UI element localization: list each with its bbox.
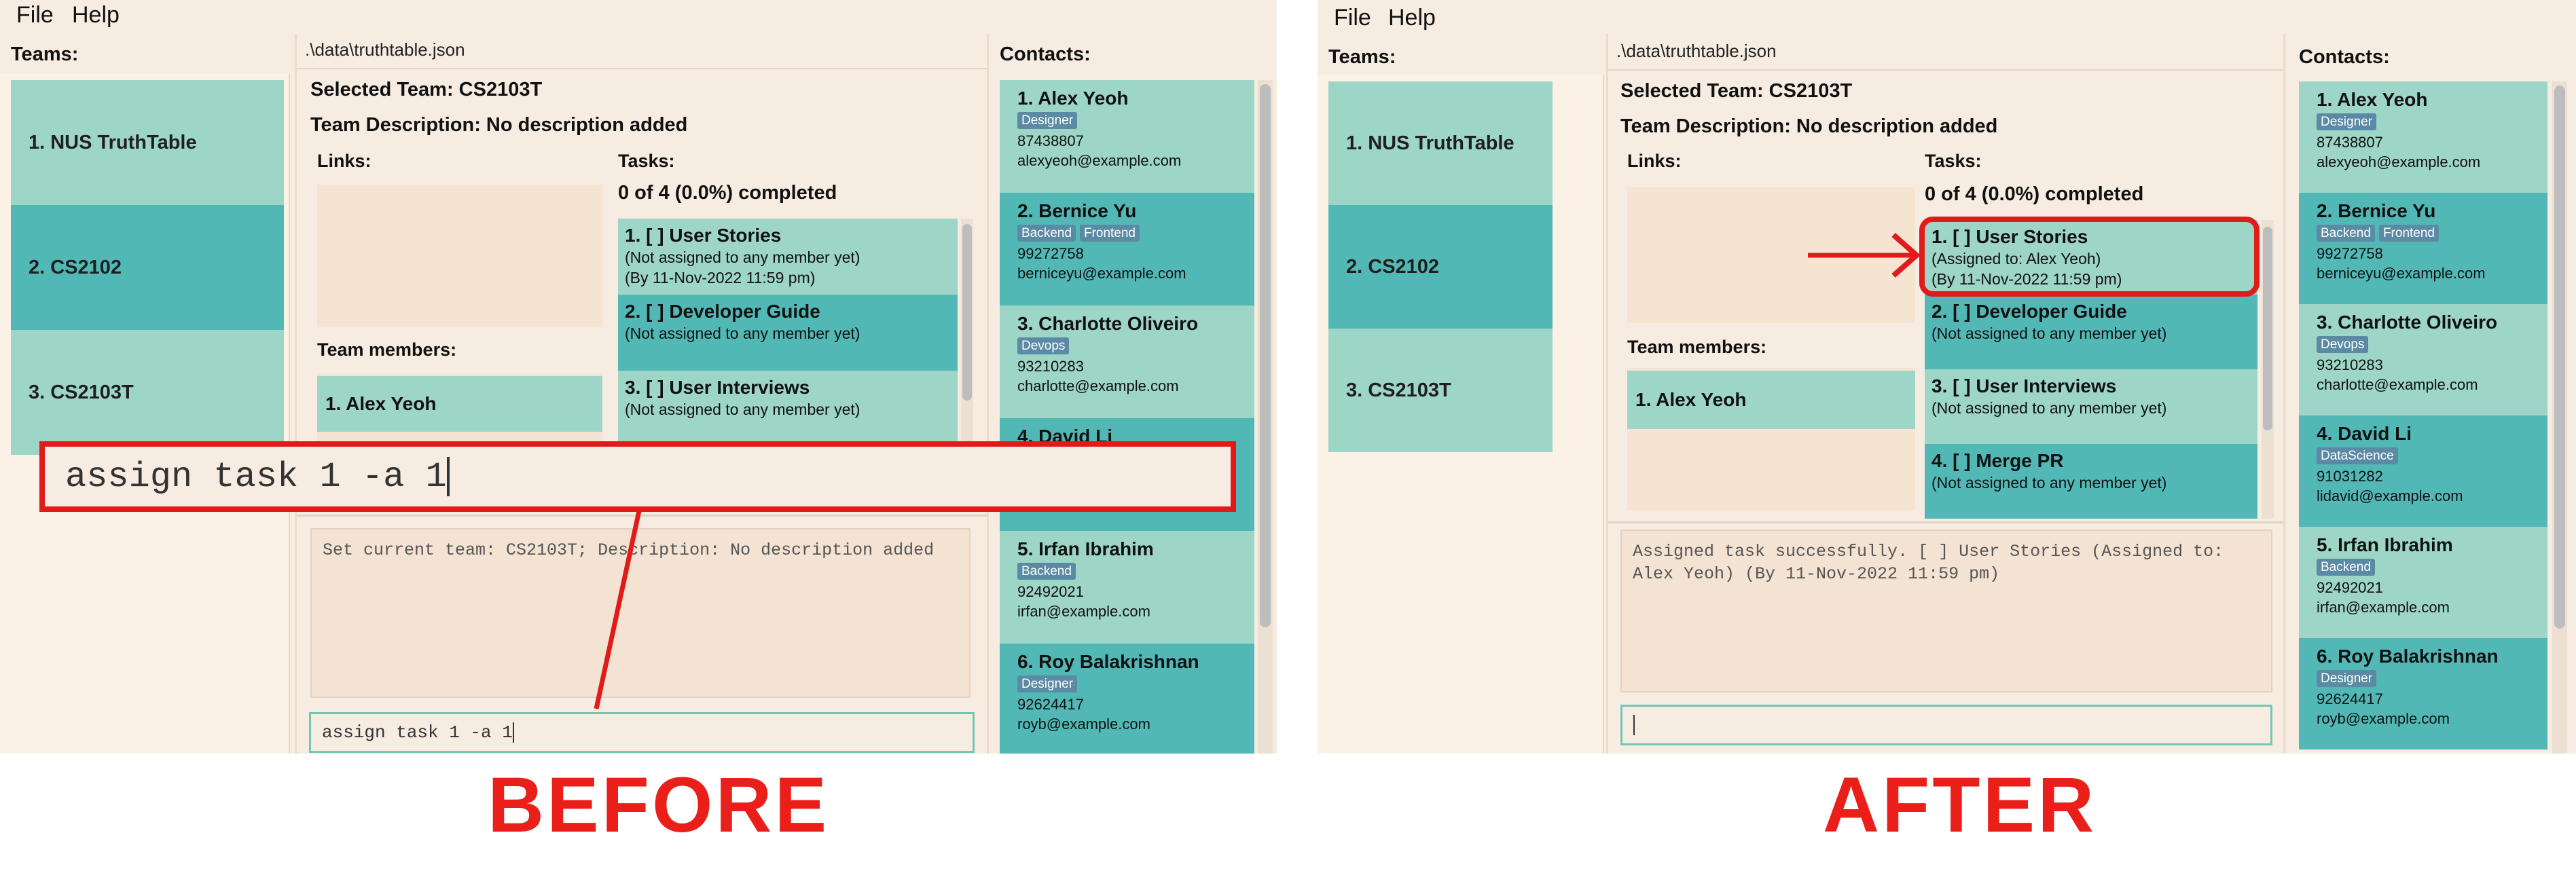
- result-display: Assigned task successfully. [ ] User Sto…: [1620, 530, 2272, 692]
- task-card[interactable]: 4. [ ] Merge PR (Not assigned to any mem…: [1925, 444, 2257, 519]
- command-callout: assign task 1 -a 1: [39, 441, 1236, 512]
- contact-name: 6. Roy Balakrishnan: [2317, 646, 2499, 667]
- connector-line: [594, 507, 642, 709]
- callout-connector: [594, 507, 642, 709]
- contact-phone: 91031282: [2317, 468, 2383, 485]
- contact-name: 1. Alex Yeoh: [2317, 89, 2428, 110]
- menu-bar: File Help: [1318, 0, 2576, 34]
- tag-list: Backend Frontend: [2317, 225, 2547, 242]
- contact-card[interactable]: 6. Roy Balakrishnan Designer 92624417 ro…: [2299, 638, 2547, 749]
- team-card[interactable]: 1. NUS TruthTable: [1328, 81, 1553, 205]
- teams-title: Teams:: [1328, 46, 1396, 68]
- tag: Devops: [2317, 336, 2369, 353]
- contact-email: royb@example.com: [2317, 710, 2450, 727]
- task-title: 2. [ ] Developer Guide: [1931, 301, 2127, 322]
- task-progress: 0 of 4 (0.0%) completed: [1925, 183, 2144, 205]
- text-caret: [1633, 715, 1635, 735]
- contact-name: 4. David Li: [2317, 423, 2412, 444]
- contact-name: 3. Charlotte Oliveiro: [2317, 312, 2498, 333]
- contact-card[interactable]: 4. David Li DataScience 91031282 lidavid…: [2299, 415, 2547, 527]
- team-detail-panel: .\data\truthtable.json Selected Team: CS…: [1606, 34, 2285, 754]
- contact-phone: 92624417: [2317, 690, 2383, 707]
- tag-list: Backend: [2317, 559, 2547, 576]
- links-label: Links:: [1627, 151, 1682, 171]
- contact-card[interactable]: 5. Irfan Ibrahim Backend 92492021 irfan@…: [2299, 527, 2547, 638]
- tag: Backend: [2317, 225, 2375, 242]
- contact-card[interactable]: 3. Charlotte Oliveiro Devops 93210283 ch…: [2299, 304, 2547, 415]
- task-card[interactable]: 3. [ ] User Interviews (Not assigned to …: [1925, 369, 2257, 444]
- task-highlight: [1919, 217, 2260, 297]
- team-card[interactable]: 3. CS2103T: [1328, 329, 1553, 452]
- divider: [1608, 521, 2283, 523]
- contact-phone: 87438807: [2317, 134, 2383, 151]
- task-title: 3. [ ] User Interviews: [1931, 375, 2117, 396]
- task-assignee: (Not assigned to any member yet): [1931, 325, 2167, 342]
- task-card[interactable]: 2. [ ] Developer Guide (Not assigned to …: [1925, 295, 2257, 369]
- contact-email: berniceyu@example.com: [2317, 265, 2486, 282]
- contact-email: alexyeoh@example.com: [2317, 153, 2481, 170]
- tag: Designer: [2317, 113, 2377, 130]
- contact-scroll-thumb[interactable]: [2554, 86, 2565, 629]
- contact-email: lidavid@example.com: [2317, 487, 2463, 504]
- tag-list: DataScience: [2317, 447, 2547, 464]
- contact-email: irfan@example.com: [2317, 599, 2450, 616]
- command-box[interactable]: [1620, 705, 2272, 745]
- team-list: 1. NUS TruthTable 2. CS2102 3. CS2103T: [1318, 75, 1604, 754]
- contacts-title: Contacts:: [2299, 46, 2390, 68]
- contact-card[interactable]: 2. Bernice Yu Backend Frontend 99272758 b…: [2299, 193, 2547, 304]
- tag: DataScience: [2317, 447, 2398, 464]
- task-title: 4. [ ] Merge PR: [1931, 450, 2064, 471]
- menu-file[interactable]: File: [1334, 3, 1371, 33]
- task-assignee: (Not assigned to any member yet): [1931, 474, 2167, 492]
- arrow-icon: [1808, 233, 1921, 278]
- contact-phone: 99272758: [2317, 245, 2383, 262]
- tag-list: Devops: [2317, 336, 2547, 353]
- contact-scrollbar[interactable]: [2552, 81, 2567, 754]
- task-assignee: (Not assigned to any member yet): [1931, 399, 2167, 417]
- contact-list: 1. Alex Yeoh Designer 87438807 alexyeoh@…: [2299, 81, 2547, 754]
- members-label: Team members:: [1627, 337, 1767, 357]
- member-name: 1. Alex Yeoh: [1635, 389, 1747, 410]
- tag: Frontend: [2378, 225, 2439, 242]
- member-list: 1. Alex Yeoh: [1627, 368, 1915, 511]
- contact-email: charlotte@example.com: [2317, 376, 2478, 393]
- team-name: 3. CS2103T: [1346, 379, 1451, 401]
- before-label: BEFORE: [488, 762, 830, 849]
- tasks-label: Tasks:: [1925, 151, 1982, 171]
- tag-list: Designer: [2317, 113, 2547, 130]
- contact-phone: 93210283: [2317, 356, 2383, 373]
- callout-command-text: assign task 1 -a 1: [65, 456, 447, 497]
- tag-list: Designer: [2317, 670, 2547, 687]
- selected-team: Selected Team: CS2103T: [1620, 80, 1853, 102]
- team-description: Team Description: No description added: [1620, 115, 1998, 137]
- result-text: Assigned task successfully. [ ] User Sto…: [1633, 542, 2224, 584]
- file-path: .\data\truthtable.json: [1616, 41, 1777, 61]
- divider: [1608, 69, 2283, 71]
- app-window-after: File Help Teams: 1. NUS TruthTable 2. CS…: [1318, 0, 2576, 754]
- callout-caret: [446, 457, 450, 496]
- menu-help[interactable]: Help: [1388, 3, 1436, 33]
- member-card[interactable]: 1. Alex Yeoh: [1627, 371, 1915, 429]
- task-scroll-thumb[interactable]: [2263, 227, 2272, 430]
- tag: Designer: [2317, 670, 2377, 687]
- contact-phone: 92492021: [2317, 579, 2383, 596]
- after-label: AFTER: [1823, 762, 2097, 849]
- contact-name: 5. Irfan Ibrahim: [2317, 534, 2453, 555]
- team-name: 1. NUS TruthTable: [1346, 132, 1514, 154]
- team-name: 2. CS2102: [1346, 255, 1440, 278]
- tag: Backend: [2317, 559, 2375, 576]
- contact-card[interactable]: 1. Alex Yeoh Designer 87438807 alexyeoh@…: [2299, 81, 2547, 193]
- contact-name: 2. Bernice Yu: [2317, 200, 2436, 221]
- task-scrollbar[interactable]: [2262, 220, 2274, 519]
- team-card[interactable]: 2. CS2102: [1328, 205, 1553, 329]
